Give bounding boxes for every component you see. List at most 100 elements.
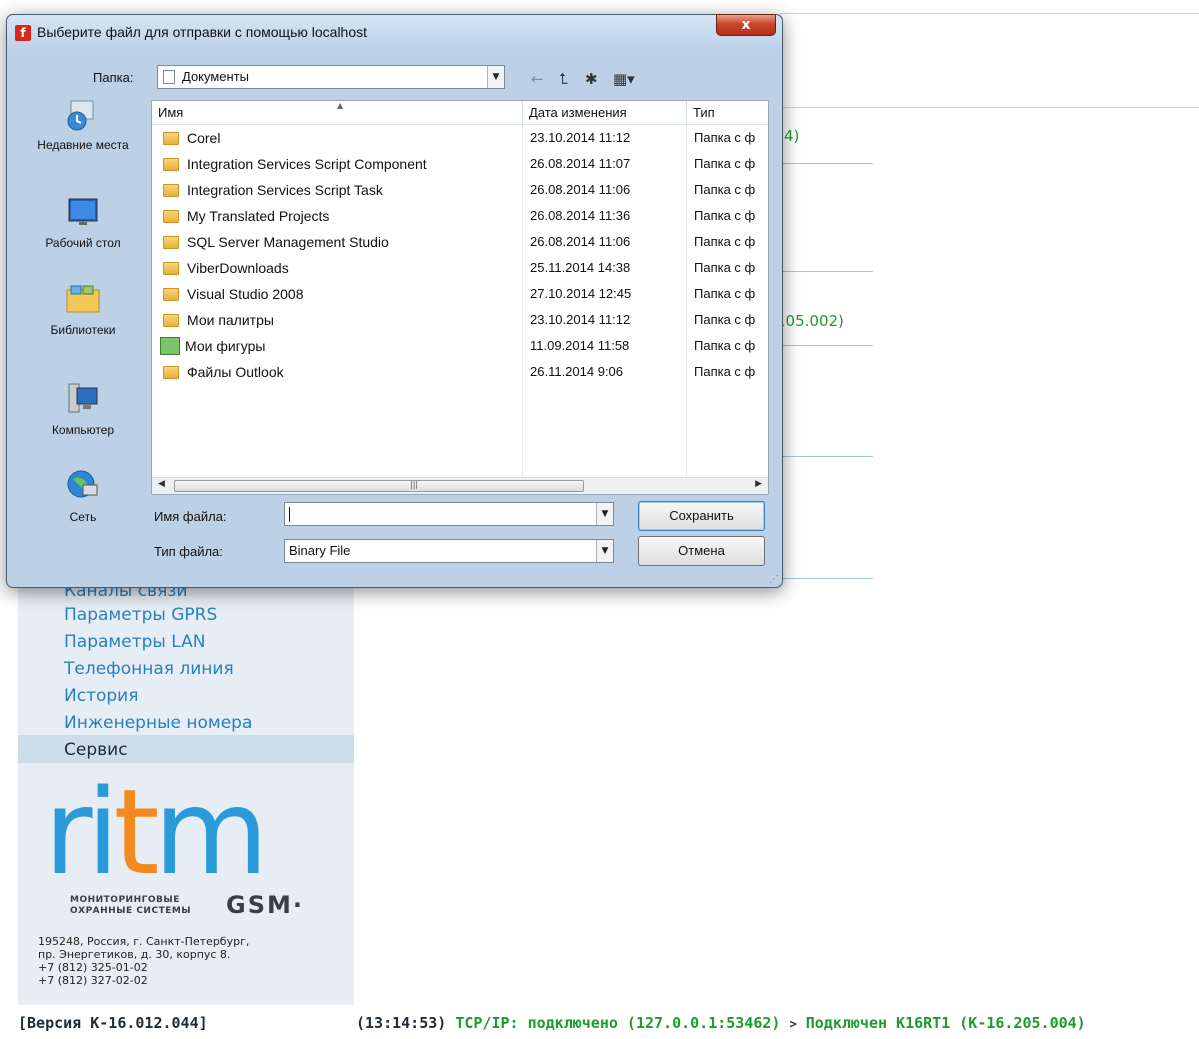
background-status-fragment: 105.002): [776, 312, 844, 330]
places-bar: Недавние места Рабочий стол Библиотеки К…: [16, 97, 150, 577]
file-row[interactable]: SQL Server Management Studio 26.08.2014 1…: [152, 230, 768, 256]
sidebar-item-engineer-numbers[interactable]: Инженерные номера: [64, 712, 252, 734]
status-tcp: TCP/IP: подключено (127.0.0.1:53462): [455, 1014, 781, 1032]
place-computer[interactable]: Компьютер: [16, 382, 150, 437]
file-row[interactable]: Visual Studio 2008 27.10.2014 12:45 Папка …: [152, 282, 768, 308]
folder-label: Папка:: [93, 70, 134, 85]
place-network[interactable]: Сеть: [16, 469, 150, 524]
shapes-folder-icon: [160, 337, 180, 355]
file-type: Папка с ф: [694, 364, 756, 379]
file-row[interactable]: ViberDownloads 25.11.2014 14:38 Папка с ф: [152, 256, 768, 282]
folder-icon: [163, 158, 179, 171]
horizontal-scrollbar[interactable]: ◀ ||| ▶: [152, 477, 768, 494]
place-recent[interactable]: Недавние места: [16, 97, 150, 152]
cancel-button[interactable]: Отмена: [638, 536, 765, 566]
logo-wordmark: ritm: [44, 763, 269, 901]
place-recent-label: Недавние места: [37, 138, 129, 152]
file-name: Файлы Outlook: [187, 364, 284, 380]
sidebar-item-lan[interactable]: Параметры LAN: [64, 631, 205, 653]
file-row[interactable]: Файлы Outlook 26.11.2014 9:06 Папка с ф: [152, 360, 768, 386]
logo-gsm: GSM·: [226, 891, 304, 919]
file-date: 26.08.2014 11:06: [530, 182, 631, 197]
file-date: 23.10.2014 11:12: [530, 312, 631, 327]
file-list[interactable]: Имя ▲ Дата изменения Тип Corel 23.10.2014…: [151, 100, 769, 495]
file-row[interactable]: Integration Services Script Component 26.…: [152, 152, 768, 178]
filename-input[interactable]: ▼: [284, 502, 614, 526]
file-row[interactable]: Мои палитры 23.10.2014 11:12 Папка с ф: [152, 308, 768, 334]
folder-icon: [163, 236, 179, 249]
folder-icon: [163, 262, 179, 275]
new-folder-icon[interactable]: ✱: [585, 70, 598, 88]
background-divider: [780, 456, 873, 457]
flash-app-icon: f: [15, 25, 31, 41]
ritm-logo: ritm МОНИТОРИНГОВЫЕ ОХРАННЫЕ СИСТЕМЫ GSM…: [36, 763, 336, 919]
scrollbar-thumb[interactable]: |||: [174, 480, 584, 492]
save-button[interactable]: Сохранить: [638, 501, 765, 531]
file-save-dialog: f Выберите файл для отправки с помощью l…: [6, 14, 783, 588]
file-date: 23.10.2014 11:12: [530, 130, 631, 145]
file-row[interactable]: Corel 23.10.2014 11:12 Папка с ф: [152, 126, 768, 152]
folder-icon: [163, 314, 179, 327]
folder-icon: [163, 132, 179, 145]
folder-icon: [163, 210, 179, 223]
status-device: Подключен K16RT1 (К-16.205.004): [805, 1014, 1086, 1032]
folder-icon: [163, 184, 179, 197]
place-desktop-label: Рабочий стол: [45, 236, 121, 250]
background-status-fragment: 4): [784, 127, 800, 145]
file-type: Папка с ф: [694, 260, 756, 275]
file-row[interactable]: Мои фигуры 11.09.2014 11:58 Папка с ф: [152, 334, 768, 360]
file-type: Папка с ф: [694, 312, 756, 327]
file-name: Visual Studio 2008: [187, 286, 304, 302]
scroll-right-icon[interactable]: ▶: [755, 479, 762, 489]
background-divider: [780, 578, 873, 579]
filetype-select[interactable]: Binary File ▼: [284, 539, 614, 563]
company-address: 195248, Россия, г. Санкт-Петербург, пр. …: [38, 935, 250, 987]
file-name: My Translated Projects: [187, 208, 330, 224]
file-date: 27.10.2014 12:45: [530, 286, 632, 301]
place-libraries-label: Библиотеки: [50, 323, 116, 337]
page-header-divider: [780, 107, 1199, 108]
chevron-down-icon[interactable]: ▼: [596, 540, 613, 562]
connection-status: (13:14:53) TCP/IP: подключено (127.0.0.1…: [356, 1014, 1086, 1032]
file-row[interactable]: My Translated Projects 26.08.2014 11:36 Па…: [152, 204, 768, 230]
resize-grip-icon[interactable]: ⋰: [769, 574, 779, 585]
file-date: 25.11.2014 14:38: [530, 260, 631, 275]
place-network-label: Сеть: [69, 510, 97, 524]
network-icon: [67, 470, 98, 498]
view-menu-icon[interactable]: ▦▾: [613, 70, 635, 88]
sidebar-item-phone-line[interactable]: Телефонная линия: [64, 658, 234, 680]
file-name: Мои палитры: [187, 312, 274, 328]
dialog-titlebar[interactable]: f Выберите файл для отправки с помощью l…: [7, 15, 782, 49]
sidebar-item-gprs[interactable]: Параметры GPRS: [64, 604, 217, 626]
file-type: Папка с ф: [694, 338, 756, 353]
file-date: 26.08.2014 11:07: [530, 156, 631, 171]
column-type[interactable]: Тип: [687, 101, 768, 125]
logo-tagline-line2: ОХРАННЫЕ СИСТЕМЫ: [70, 906, 192, 916]
scroll-left-icon[interactable]: ◀: [158, 479, 165, 489]
status-arrow: >: [789, 1017, 797, 1031]
chevron-down-icon[interactable]: ▼: [596, 503, 613, 525]
recent-places-icon: [67, 100, 94, 131]
sidebar-item-history[interactable]: История: [64, 685, 138, 707]
file-row[interactable]: Integration Services Script Task 26.08.20…: [152, 178, 768, 204]
grip-icon: |||: [410, 480, 419, 489]
dialog-title: Выберите файл для отправки с помощью loc…: [37, 24, 368, 40]
place-computer-label: Компьютер: [51, 423, 115, 437]
close-button[interactable]: x: [716, 14, 776, 36]
filename-label: Имя файла:: [154, 509, 227, 524]
file-name: ViberDownloads: [187, 260, 289, 276]
text-cursor: [289, 507, 290, 522]
back-icon[interactable]: ←: [531, 70, 544, 88]
file-type: Папка с ф: [694, 130, 756, 145]
document-icon: [163, 70, 175, 84]
version-label: [Версия К-16.012.044]: [18, 1014, 208, 1032]
computer-icon: [68, 383, 98, 413]
folder-select[interactable]: Документы ▼: [157, 65, 505, 89]
column-date[interactable]: Дата изменения: [523, 101, 687, 125]
up-folder-icon[interactable]: ⮤: [559, 70, 568, 88]
desktop-icon: [68, 198, 98, 225]
place-desktop[interactable]: Рабочий стол: [16, 195, 150, 250]
chevron-down-icon[interactable]: ▼: [487, 66, 504, 88]
file-type: Папка с ф: [694, 156, 756, 171]
place-libraries[interactable]: Библиотеки: [16, 282, 150, 337]
